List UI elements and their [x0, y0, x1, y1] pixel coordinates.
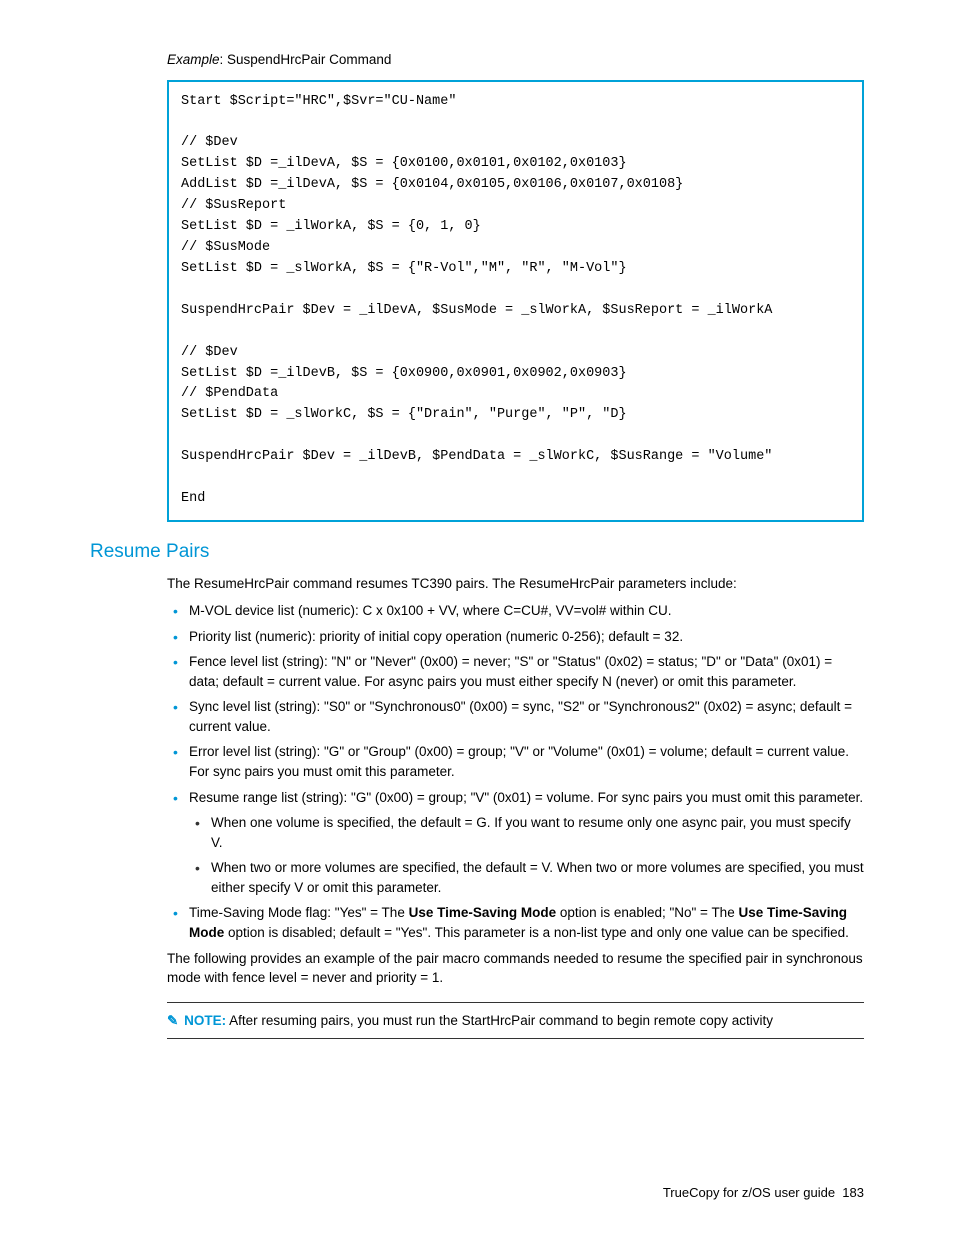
section-heading-resume-pairs: Resume Pairs: [90, 538, 864, 566]
code-example-block: Start $Script="HRC",$Svr="CU-Name" // $D…: [167, 80, 864, 522]
list-item-text-post: option is disabled; default = "Yes". Thi…: [224, 925, 849, 940]
list-item: Sync level list (string): "S0" or "Synch…: [167, 697, 864, 736]
example-caption: Example: SuspendHrcPair Command: [167, 50, 864, 70]
list-item: When one volume is specified, the defaul…: [189, 813, 864, 852]
list-item-text: Resume range list (string): "G" (0x00) =…: [189, 790, 863, 805]
list-item-text-pre: Time-Saving Mode flag: "Yes" = The: [189, 905, 409, 920]
note-block: ✎ NOTE: After resuming pairs, you must r…: [167, 1002, 864, 1040]
footer-title: TrueCopy for z/OS user guide: [663, 1185, 835, 1200]
list-item: Resume range list (string): "G" (0x00) =…: [167, 788, 864, 898]
section-following: The following provides an example of the…: [167, 949, 864, 988]
list-item: Error level list (string): "G" or "Group…: [167, 742, 864, 781]
page-footer: TrueCopy for z/OS user guide 183: [663, 1184, 864, 1203]
note-label: NOTE:: [184, 1013, 226, 1028]
note-icon: ✎: [167, 1013, 178, 1028]
list-item: Priority list (numeric): priority of ini…: [167, 627, 864, 647]
sub-list: When one volume is specified, the defaul…: [189, 813, 864, 897]
list-item: Time-Saving Mode flag: "Yes" = The Use T…: [167, 903, 864, 942]
parameter-list: M-VOL device list (numeric): C x 0x100 +…: [167, 601, 864, 942]
example-label-rest: : SuspendHrcPair Command: [220, 52, 392, 67]
section-intro: The ResumeHrcPair command resumes TC390 …: [167, 574, 864, 594]
list-item: Fence level list (string): "N" or "Never…: [167, 652, 864, 691]
list-item-text-mid: option is enabled; "No" = The: [556, 905, 738, 920]
list-item: When two or more volumes are specified, …: [189, 858, 864, 897]
list-item-bold: Use Time-Saving Mode: [409, 905, 557, 920]
list-item: M-VOL device list (numeric): C x 0x100 +…: [167, 601, 864, 621]
example-label-italic: Example: [167, 52, 220, 67]
footer-page-number: 183: [842, 1185, 864, 1200]
note-text: After resuming pairs, you must run the S…: [226, 1013, 773, 1028]
